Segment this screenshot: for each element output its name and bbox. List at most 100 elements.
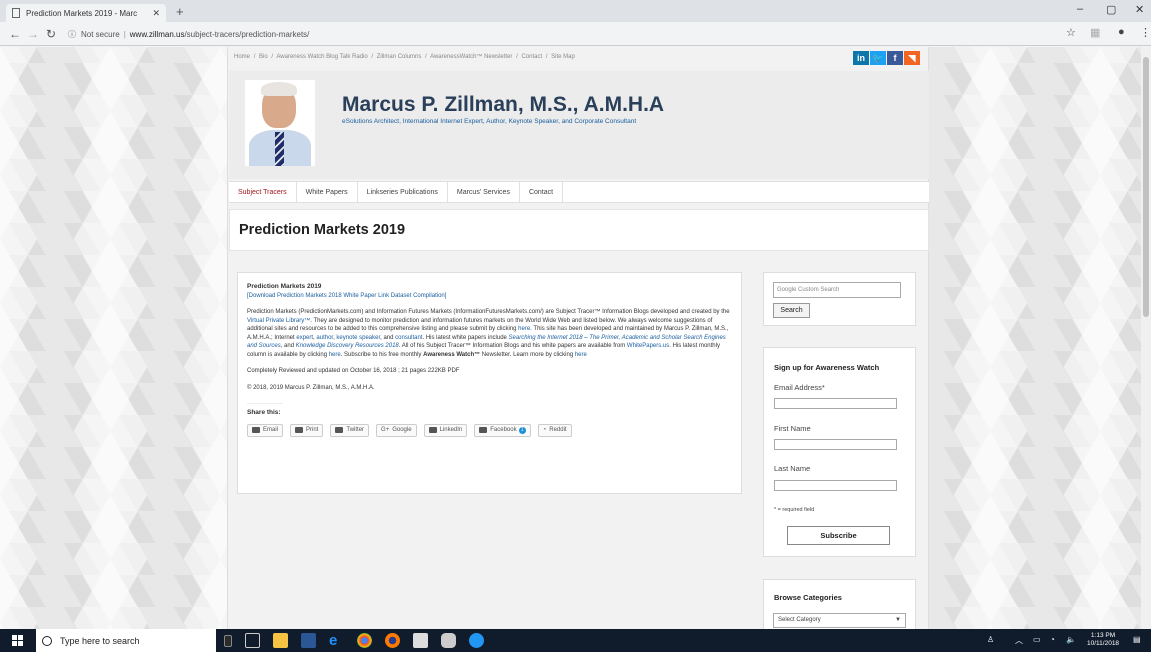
- site-title[interactable]: Marcus P. Zillman, M.S., A.M.H.A: [342, 93, 664, 117]
- reload-icon[interactable]: ↻: [46, 27, 56, 41]
- twitter-icon[interactable]: 🐦: [870, 51, 886, 65]
- forward-arrow-icon[interactable]: →: [27, 27, 39, 41]
- taskbar-search[interactable]: Type here to search: [36, 629, 216, 652]
- top-links: Home / Bio / Awareness Watch Blog Talk R…: [234, 54, 575, 60]
- mail-app-icon[interactable]: [441, 633, 456, 648]
- top-link-sitemap[interactable]: Site Map: [551, 54, 575, 60]
- firefox-icon[interactable]: [385, 633, 400, 648]
- profile-icon[interactable]: ●: [1118, 26, 1125, 38]
- back-arrow-icon[interactable]: ←: [9, 27, 21, 41]
- social-links: in 🐦 f ◥: [852, 51, 920, 65]
- top-link-columns[interactable]: Zillman Columns: [377, 54, 422, 60]
- battery-icon[interactable]: ▭: [1033, 635, 1041, 644]
- linkedin-small-icon: [428, 427, 437, 433]
- consultant-link[interactable]: consultant: [395, 335, 422, 341]
- nav-linkseries[interactable]: Linkseries Publications: [358, 182, 448, 202]
- top-link-radio[interactable]: Awareness Watch Blog Talk Radio: [276, 54, 367, 60]
- share-linkedin-button[interactable]: LinkedIn: [423, 423, 468, 437]
- top-link-home[interactable]: Home: [234, 54, 250, 60]
- wp2-link[interactable]: Knowledge Discovery Resources 2018: [296, 343, 399, 349]
- column-here-link[interactable]: here: [329, 352, 341, 358]
- rss-icon[interactable]: ◥: [904, 51, 920, 65]
- bookmark-star-icon[interactable]: ☆: [1066, 26, 1076, 39]
- share-print-button[interactable]: Print: [290, 423, 324, 437]
- extension-icon[interactable]: ▦: [1090, 26, 1100, 39]
- share-reddit-button[interactable]: ◔ Reddit: [537, 423, 572, 437]
- share-facebook-button[interactable]: Facebook 1: [474, 423, 531, 437]
- main-nav: Subject Tracers White Papers Linkseries …: [229, 181, 929, 203]
- site-header: Marcus P. Zillman, M.S., A.M.H.A eSoluti…: [229, 71, 929, 179]
- close-window-button[interactable]: ✕: [1135, 3, 1144, 16]
- author-link[interactable]: author: [316, 335, 333, 341]
- browser-tab[interactable]: Prediction Markets 2019 - Marc ✕: [6, 4, 166, 22]
- top-link-newsletter[interactable]: AwarenessWatch™ Newsletter: [430, 54, 512, 60]
- first-name-field[interactable]: [774, 439, 897, 450]
- download-link[interactable]: [Download Prediction Markets 2018 White …: [247, 293, 446, 299]
- store-icon[interactable]: [413, 633, 428, 648]
- first-name-label: First Name: [774, 424, 811, 433]
- tray-up-arrow-icon[interactable]: ︿: [1015, 635, 1023, 646]
- tab-title: Prediction Markets 2019 - Marc: [26, 8, 138, 18]
- chrome-icon[interactable]: [357, 633, 372, 648]
- microphone-icon[interactable]: [224, 634, 232, 647]
- site-container: Home / Bio / Awareness Watch Blog Talk R…: [227, 47, 929, 629]
- info-icon[interactable]: ⓘ: [68, 29, 76, 40]
- article-body: Prediction Markets (PredictionMarkets.co…: [247, 309, 730, 358]
- url-field[interactable]: ⓘ Not secure | www.zillman.us/subject-tr…: [68, 25, 1028, 43]
- network-icon[interactable]: ◔: [1050, 635, 1055, 644]
- last-name-field[interactable]: [774, 480, 897, 491]
- menu-dots-icon[interactable]: ⋮: [1140, 26, 1151, 39]
- printer-icon: [295, 427, 304, 433]
- tab-close-icon[interactable]: ✕: [152, 8, 160, 19]
- maximize-button[interactable]: ▢: [1106, 3, 1116, 16]
- facebook-small-icon: [479, 427, 488, 433]
- clock[interactable]: 1:13 PM 10/11/2018: [1087, 632, 1119, 648]
- minimize-button[interactable]: –: [1077, 3, 1083, 15]
- page-icon: [12, 8, 20, 18]
- expert-link[interactable]: expert: [296, 335, 313, 341]
- app-icon[interactable]: [469, 633, 484, 648]
- task-view-icon[interactable]: [245, 633, 260, 648]
- nav-subject-tracers[interactable]: Subject Tracers: [229, 182, 297, 202]
- cortana-icon: [42, 635, 52, 646]
- nav-services[interactable]: Marcus' Services: [448, 182, 520, 202]
- page-scrollbar[interactable]: [1141, 47, 1151, 629]
- search-button[interactable]: Search: [773, 303, 810, 318]
- category-select[interactable]: Select Category ▼: [773, 613, 906, 628]
- word-icon[interactable]: [301, 633, 316, 648]
- windows-start-icon[interactable]: [12, 635, 23, 646]
- page-viewport: Home / Bio / Awareness Watch Blog Talk R…: [0, 47, 1151, 629]
- people-icon[interactable]: ♙: [987, 635, 994, 644]
- scrollbar-thumb[interactable]: [1143, 57, 1149, 317]
- keynote-link[interactable]: keynote speaker: [336, 335, 380, 341]
- last-name-label: Last Name: [774, 464, 811, 473]
- share-google-button[interactable]: G+ Google: [376, 423, 417, 437]
- nav-contact[interactable]: Contact: [520, 182, 564, 202]
- facebook-icon[interactable]: f: [887, 51, 903, 65]
- email-label: Email Address*: [774, 383, 825, 392]
- top-link-bio[interactable]: Bio: [259, 54, 268, 60]
- site-tagline: eSolutions Architect, International Inte…: [342, 118, 637, 125]
- signup-widget: Sign up for Awareness Watch Email Addres…: [763, 347, 916, 557]
- linkedin-icon[interactable]: in: [853, 51, 869, 65]
- learn-more-link[interactable]: here: [575, 352, 587, 358]
- volume-icon[interactable]: 🔈: [1066, 635, 1076, 644]
- edge-icon[interactable]: e: [329, 633, 344, 648]
- submit-here-link[interactable]: here: [518, 326, 530, 332]
- share-email-button[interactable]: Email: [247, 423, 284, 437]
- vpl-link[interactable]: Virtual Private Library™: [247, 318, 310, 324]
- chevron-down-icon: ▼: [895, 617, 901, 623]
- top-link-contact[interactable]: Contact: [521, 54, 542, 60]
- email-field[interactable]: [774, 398, 897, 409]
- file-explorer-icon[interactable]: [273, 633, 288, 648]
- search-input[interactable]: Google Custom Search: [773, 282, 901, 298]
- share-twitter-button[interactable]: Twitter: [330, 423, 370, 437]
- nav-white-papers[interactable]: White Papers: [297, 182, 358, 202]
- page-title-box: Prediction Markets 2019: [229, 209, 929, 251]
- whitepapers-link[interactable]: WhitePapers.us: [627, 343, 669, 349]
- subscribe-button[interactable]: Subscribe: [787, 526, 890, 545]
- new-tab-button[interactable]: +: [176, 4, 184, 19]
- copyright: © 2018, 2019 Marcus P. Zillman, M.S., A.…: [247, 384, 375, 391]
- address-bar: ← → ↻ ⓘ Not secure | www.zillman.us/subj…: [0, 22, 1151, 46]
- notifications-icon[interactable]: ▤: [1133, 635, 1141, 644]
